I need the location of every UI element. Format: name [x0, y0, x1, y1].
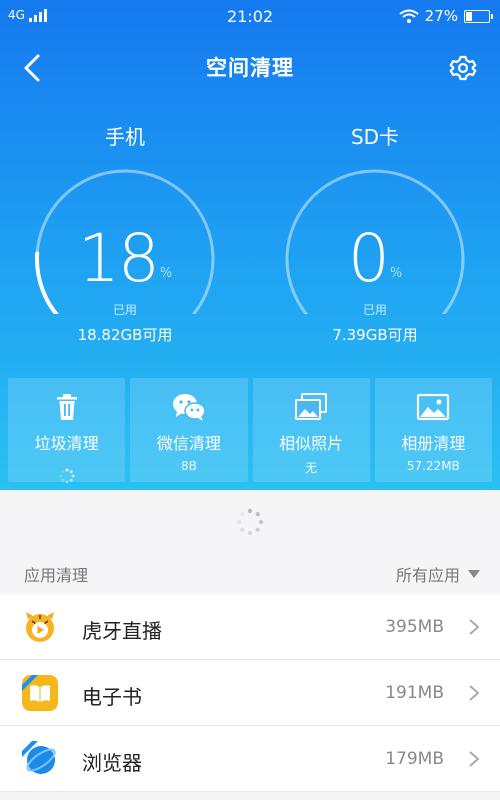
- sd-label: SD卡: [350, 125, 400, 149]
- settings-button[interactable]: [444, 49, 482, 87]
- wechat-icon: [172, 394, 206, 421]
- album-clean-tile[interactable]: 相册清理 57.22MB: [374, 378, 492, 482]
- app-filter-dropdown[interactable]: 所有应用: [396, 562, 480, 586]
- sd-usage-value: 0%: [347, 220, 403, 297]
- phone-label: 手机: [105, 125, 145, 149]
- chevron-right-icon: [469, 685, 480, 701]
- tile-label: 相似照片: [279, 434, 344, 453]
- sd-available: 7.39GB可用: [332, 326, 418, 344]
- filter-label: 所有应用: [395, 566, 460, 585]
- battery-percent: 27%: [424, 7, 458, 25]
- chevron-right-icon: [469, 751, 480, 767]
- browser-icon: [22, 741, 58, 777]
- app-list: 虎牙直播 395MB 电子书 191MB 浏览器 179MB: [0, 594, 500, 792]
- phone-available: 18.82GB可用: [77, 326, 173, 344]
- huya-icon: [22, 609, 58, 645]
- junk-clean-tile[interactable]: 垃圾清理: [8, 378, 126, 484]
- caret-down-icon: [468, 570, 480, 578]
- app-size: 179MB: [385, 749, 444, 769]
- status-bar: 4G 21:02 27%: [0, 0, 500, 34]
- loading-spinner-icon: [236, 508, 264, 536]
- app-name: 电子书: [82, 685, 142, 709]
- trash-icon: [56, 394, 77, 420]
- cleanup-tools: 垃圾清理 微信清理 8B 相似照片 无 相册清理 57.22MB: [8, 378, 492, 484]
- tile-label: 垃圾清理: [34, 434, 99, 453]
- similar-photos-tile[interactable]: 相似照片 无: [252, 378, 370, 482]
- sd-storage-gauge: SD卡 0% 已用 7.39GB可用: [280, 124, 470, 354]
- title-bar: 空间清理: [0, 40, 500, 92]
- page-title: 空间清理: [206, 56, 294, 80]
- tile-value: 无: [305, 461, 318, 475]
- app-size: 191MB: [385, 683, 444, 703]
- wifi-icon: [399, 9, 419, 23]
- app-row-browser[interactable]: 浏览器 179MB: [0, 726, 500, 792]
- tile-value: 8B: [180, 459, 197, 473]
- phone-usage-value: 18%: [77, 220, 173, 297]
- photos-icon: [295, 393, 328, 420]
- app-clean-header: 应用清理 所有应用: [0, 558, 500, 588]
- ebook-icon: [22, 675, 58, 711]
- album-icon: [417, 393, 450, 421]
- app-row-ebook[interactable]: 电子书 191MB: [0, 660, 500, 726]
- chevron-right-icon: [469, 619, 480, 635]
- section-title: 应用清理: [24, 566, 89, 585]
- phone-storage-gauge: 手机 18% 已用 18.82GB可用: [30, 124, 220, 354]
- app-size: 395MB: [385, 617, 444, 637]
- storage-header: 4G 21:02 27% 空间清理 手机 18 % 已用 18.82GB可用 S…: [0, 0, 500, 490]
- tile-value: 57.22MB: [406, 459, 460, 473]
- battery-icon: [464, 9, 493, 23]
- app-name: 浏览器: [82, 751, 142, 775]
- sd-used-label: 已用: [362, 303, 387, 317]
- loading-spinner-icon: [59, 468, 75, 484]
- app-name: 虎牙直播: [82, 619, 162, 643]
- phone-used-label: 已用: [112, 303, 137, 317]
- tile-label: 相册清理: [401, 434, 466, 453]
- gear-icon: [449, 55, 477, 81]
- tile-label: 微信清理: [156, 434, 221, 453]
- app-row-huya[interactable]: 虎牙直播 395MB: [0, 594, 500, 660]
- wechat-clean-tile[interactable]: 微信清理 8B: [130, 378, 248, 482]
